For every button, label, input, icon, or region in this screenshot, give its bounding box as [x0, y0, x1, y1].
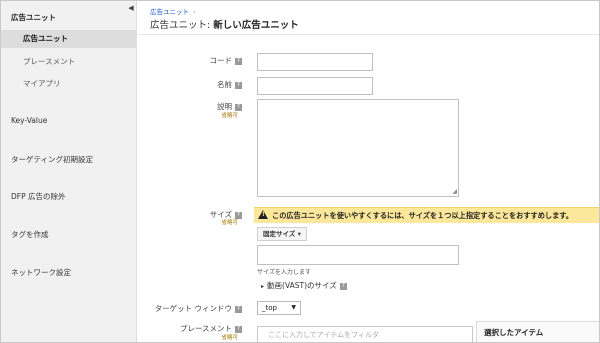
placement-label-text: プレースメント — [179, 324, 232, 333]
size-hint: サイズを入力します — [257, 269, 311, 276]
video-size-toggle[interactable]: ▸ 動画(VAST)のサイズ? — [261, 280, 347, 291]
description-optional-note: 省略可 — [221, 113, 238, 119]
placement-filter-input[interactable]: ここに入力してアイテムをフィルタ — [257, 326, 473, 342]
size-type-dropdown[interactable]: 固定サイズ ▾ — [257, 227, 307, 241]
sidebar-item-ad-units-header[interactable]: 広告ユニット — [1, 12, 136, 23]
size-input[interactable] — [257, 245, 459, 265]
code-field[interactable] — [257, 53, 373, 71]
size-warning-text: この広告ユニットを使いやすくするには、サイズを１つ以上指定することをおすすめしま… — [272, 211, 573, 220]
sidebar: ◀ 広告ユニット 広告ユニット プレースメント マイアプリ Key-Value … — [1, 1, 137, 342]
main-content: 広告ユニット › 広告ユニット: 新しい広告ユニット コード? 名前? 説明? 省… — [138, 1, 599, 342]
size-optional-note: 省略可 — [221, 220, 238, 226]
description-textarea[interactable]: ◢ — [257, 99, 459, 197]
help-icon[interactable]: ? — [235, 104, 242, 111]
size-type-value: 固定サイズ — [263, 230, 296, 238]
ui-frame: ◀ 広告ユニット 広告ユニット プレースメント マイアプリ Key-Value … — [0, 0, 600, 343]
size-warning-banner: ! この広告ユニットを使いやすくするには、サイズを１つ以上指定することをおすすめし… — [254, 207, 599, 223]
video-size-label: 動画(VAST)のサイズ — [267, 281, 337, 290]
page-title-main: 新しい広告ユニット — [213, 20, 299, 31]
expand-arrow-icon: ▸ — [261, 283, 265, 290]
chevron-down-icon: ▼ — [291, 304, 296, 311]
sidebar-item-ad-units[interactable]: 広告ユニット — [1, 30, 136, 48]
code-label: コード? — [142, 55, 242, 66]
sidebar-item-placements[interactable]: プレースメント — [1, 56, 136, 67]
warning-icon: ! — [258, 210, 268, 219]
target-window-value: _top — [262, 304, 277, 312]
sidebar-item-my-apps[interactable]: マイアプリ — [1, 78, 136, 89]
selected-items-heading: 選択したアイテム — [484, 328, 544, 337]
sidebar-item-create-tags[interactable]: タグを作成 — [1, 229, 136, 240]
help-icon[interactable]: ? — [235, 326, 242, 333]
resize-handle-icon[interactable]: ◢ — [452, 188, 457, 195]
sidebar-item-dfp-exclusions[interactable]: DFP 広告の除外 — [1, 191, 136, 202]
name-label: 名前? — [142, 79, 242, 90]
description-label-text: 説明 — [217, 102, 232, 111]
selected-items-panel: 選択したアイテム — [476, 321, 599, 342]
breadcrumb-link-ad-units[interactable]: 広告ユニット — [150, 8, 189, 16]
help-icon[interactable]: ? — [339, 283, 347, 290]
target-window-label-text: ターゲット ウィンドウ — [154, 304, 232, 313]
help-icon[interactable]: ? — [235, 82, 242, 89]
breadcrumb-separator: › — [193, 8, 196, 16]
target-window-select[interactable]: _top ▼ — [257, 301, 301, 315]
sidebar-item-network-settings[interactable]: ネットワーク設定 — [1, 267, 136, 278]
code-label-text: コード — [209, 56, 233, 65]
breadcrumb: 広告ユニット › — [150, 6, 196, 16]
placement-optional-note: 省略可 — [221, 335, 238, 341]
page-header: 広告ユニット › 広告ユニット: 新しい広告ユニット — [138, 1, 599, 35]
name-label-text: 名前 — [217, 80, 232, 89]
sidebar-item-targeting-defaults[interactable]: ターゲティング初期設定 — [1, 154, 136, 165]
target-window-label: ターゲット ウィンドウ? — [142, 303, 242, 314]
help-icon[interactable]: ? — [235, 306, 242, 313]
name-field[interactable] — [257, 77, 373, 95]
sidebar-item-key-value[interactable]: Key-Value — [1, 116, 136, 125]
help-icon[interactable]: ? — [235, 58, 242, 65]
chevron-down-icon: ▾ — [297, 230, 301, 238]
page-title: 広告ユニット: 新しい広告ユニット — [150, 17, 299, 31]
page-title-prefix: 広告ユニット: — [150, 20, 211, 31]
